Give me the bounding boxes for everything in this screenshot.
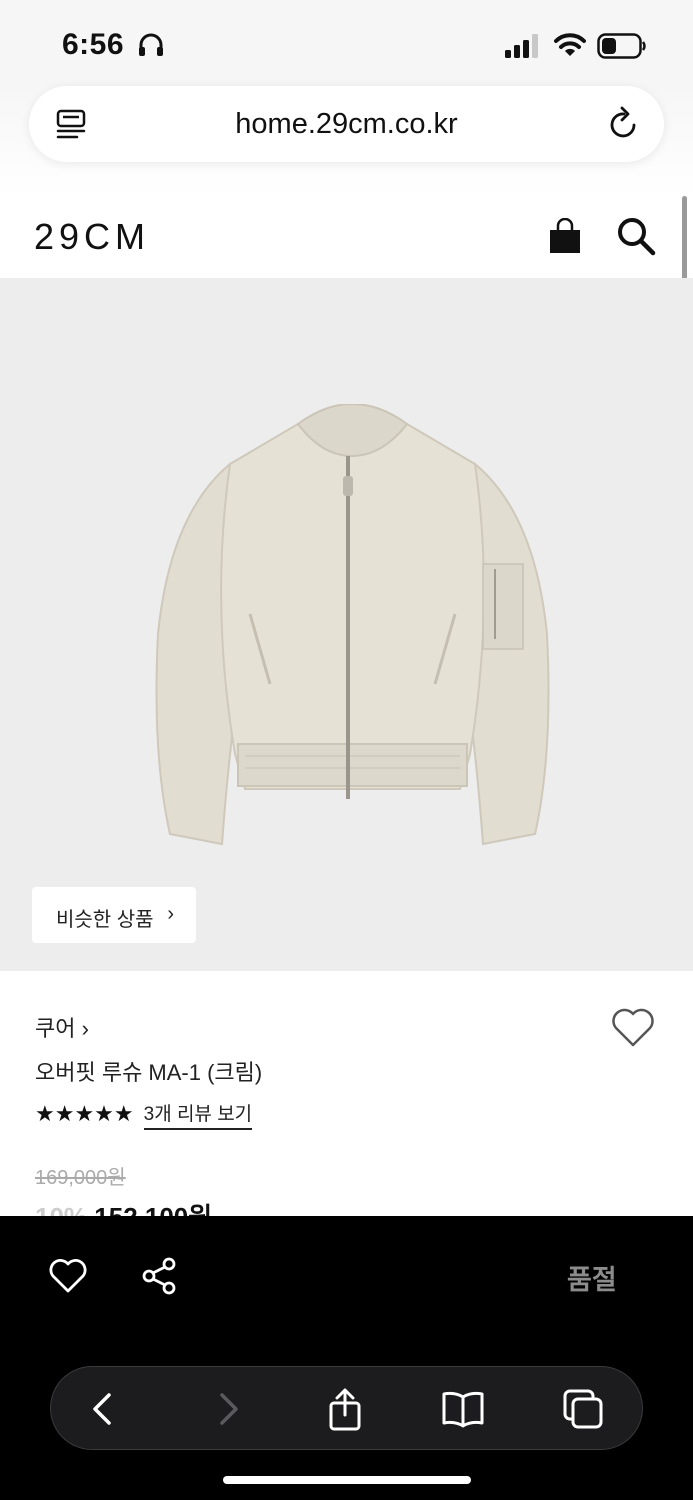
original-price: 169,000원 — [35, 1167, 126, 1189]
battery-icon — [597, 33, 646, 59]
url-text[interactable]: home.29cm.co.kr — [29, 108, 664, 141]
review-link[interactable]: 3개 리뷰 보기 — [143, 1099, 253, 1130]
tabs-icon[interactable] — [561, 1387, 605, 1431]
safari-toolbar — [50, 1366, 643, 1450]
chevron-right-icon: › — [81, 1016, 89, 1041]
similar-products-label: 비슷한 상품 — [56, 909, 154, 931]
status-bar: 6:56 — [0, 0, 693, 86]
forward-icon[interactable] — [206, 1387, 250, 1431]
star-rating: ★★★★★ — [35, 1101, 134, 1126]
bottom-action-bar: 품절 — [0, 1216, 693, 1500]
rating-row: ★★★★★ 3개 리뷰 보기 — [35, 1099, 253, 1130]
wifi-icon — [554, 33, 586, 56]
address-bar[interactable]: home.29cm.co.kr — [29, 86, 664, 162]
search-icon[interactable] — [616, 216, 656, 256]
share-sheet-icon[interactable] — [323, 1387, 367, 1431]
status-time: 6:56 — [62, 28, 125, 61]
brand-name: 쿠어 — [35, 1016, 76, 1041]
bookmarks-icon[interactable] — [441, 1387, 485, 1431]
similar-products-button[interactable]: 비슷한 상품 › — [32, 887, 196, 943]
signal-icon — [505, 34, 538, 58]
brand-link[interactable]: 쿠어 › — [35, 1011, 89, 1043]
site-logo[interactable]: 29CM — [34, 216, 150, 258]
back-icon[interactable] — [81, 1387, 125, 1431]
home-indicator[interactable] — [223, 1476, 471, 1484]
site-header: 29CM — [0, 196, 693, 278]
heart-icon[interactable] — [610, 1007, 656, 1049]
chevron-right-icon: › — [167, 903, 174, 925]
product-info: 쿠어 › 오버핏 루슈 MA-1 (크림) ★★★★★ 3개 리뷰 보기 169… — [0, 971, 693, 1232]
product-name: 오버핏 루슈 MA-1 (크림) — [35, 1060, 263, 1085]
reload-icon[interactable] — [608, 106, 640, 140]
shopping-bag-icon[interactable] — [547, 218, 583, 254]
share-icon[interactable] — [140, 1256, 178, 1296]
headphones-icon — [139, 33, 163, 56]
sold-out-label: 품절 — [567, 1265, 617, 1295]
heart-icon[interactable] — [48, 1256, 88, 1296]
jacket-image — [155, 404, 550, 846]
product-image[interactable]: 비슷한 상품 › — [0, 278, 693, 971]
